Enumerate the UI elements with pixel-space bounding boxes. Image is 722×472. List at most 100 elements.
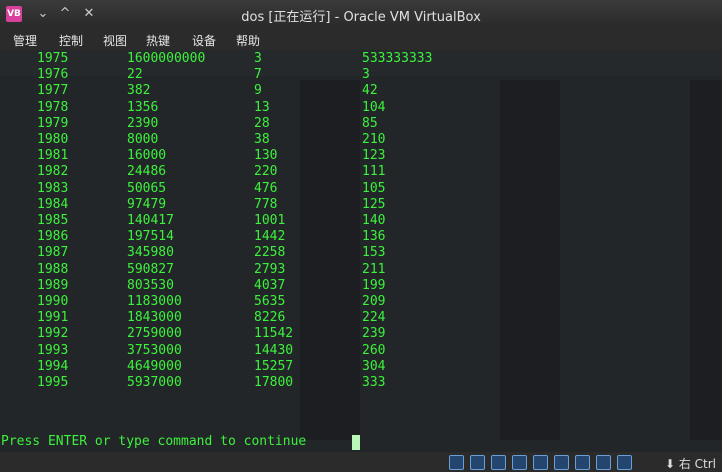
- terminal-cell: 136: [362, 229, 386, 245]
- terminal-cell: 28: [254, 115, 270, 131]
- terminal-cell: 2793: [254, 261, 286, 277]
- menu-help[interactable]: 帮助: [236, 32, 260, 49]
- terminal-cell: 8000: [127, 132, 159, 147]
- terminal-cell: 3: [362, 67, 370, 83]
- terminal-cell: 382: [127, 83, 151, 99]
- menu-view[interactable]: 视图: [103, 32, 127, 49]
- terminal-cell: 1183000: [127, 294, 182, 309]
- terminal-cell: 2390: [127, 115, 159, 131]
- terminal-cell: 13: [254, 99, 270, 115]
- recording-icon[interactable]: [575, 455, 590, 470]
- terminal-cell: 1991: [37, 310, 69, 326]
- terminal-cell: 3753000: [127, 342, 182, 358]
- terminal-cell: 38: [254, 132, 270, 147]
- menu-devices[interactable]: 设备: [192, 32, 216, 49]
- terminal-cell: 1979: [37, 115, 69, 131]
- terminal-cell: 123: [362, 148, 386, 164]
- terminal-cell: 1843000: [127, 310, 182, 326]
- terminal-cell: 1987: [37, 245, 69, 261]
- terminal-cell: 1986: [37, 229, 69, 245]
- terminal-cell: 140417: [127, 213, 174, 228]
- terminal-cell: 1356: [127, 99, 159, 115]
- terminal-cell: 1981: [37, 148, 69, 164]
- terminal-cell: 22: [127, 67, 143, 83]
- terminal-cell: 2759000: [127, 326, 182, 342]
- optical-drive-icon[interactable]: [470, 455, 485, 470]
- terminal-cell: 11542: [254, 326, 294, 342]
- terminal-cell: 1442: [254, 229, 286, 245]
- terminal-cell: 199: [362, 277, 386, 293]
- title-bar: VB ⌄ ^ ✕ dos [正在运行] - Oracle VM VirtualB…: [0, 0, 722, 28]
- terminal-cell: 4649000: [127, 358, 182, 374]
- terminal-cell: 2258: [254, 245, 286, 261]
- terminal-cell: 590827: [127, 261, 174, 277]
- terminal-cell: 5937000: [127, 375, 182, 390]
- terminal-cell: 4037: [254, 277, 286, 293]
- terminal-cell: 140: [362, 213, 386, 228]
- terminal-cell: 1983: [37, 180, 69, 196]
- terminal-cell: 1995: [37, 375, 69, 390]
- terminal-cell: 16000: [127, 148, 167, 164]
- terminal-cell: 1990: [37, 294, 69, 309]
- terminal-cell: 533333333: [362, 51, 433, 66]
- terminal-cell: 15257: [254, 358, 294, 374]
- terminal-cell: 1988: [37, 261, 69, 277]
- terminal-cell: 1978: [37, 99, 69, 115]
- terminal-cell: 1982: [37, 164, 69, 180]
- terminal-cell: 1992: [37, 326, 69, 342]
- terminal-cell: 104: [362, 99, 386, 115]
- terminal-cell: 476: [254, 180, 278, 196]
- menu-control[interactable]: 控制: [59, 32, 83, 49]
- terminal-cell: 211: [362, 261, 386, 277]
- terminal-cell: 1985: [37, 213, 69, 228]
- host-key-icon: ⬇: [664, 457, 679, 471]
- window-title: dos [正在运行] - Oracle VM VirtualBox: [241, 10, 481, 25]
- vm-screen[interactable]: 1975 1600000000 3 533333333 1976 22 7 3 1977 382 9…: [0, 50, 722, 452]
- terminal-cell: 333: [362, 375, 386, 390]
- shared-folder-icon[interactable]: [533, 455, 548, 470]
- terminal-cell: 5635: [254, 294, 286, 309]
- terminal-cell: 105: [362, 180, 386, 196]
- terminal-cell: 197514: [127, 229, 174, 245]
- text-cursor: [352, 435, 360, 450]
- terminal-cell: 1993: [37, 342, 69, 358]
- terminal-cell: 1989: [37, 277, 69, 293]
- mouse-integration-icon[interactable]: [596, 455, 611, 470]
- display-icon[interactable]: [554, 455, 569, 470]
- terminal-cell: 8226: [254, 310, 286, 326]
- terminal-cell: 1994: [37, 358, 69, 374]
- terminal-cell: 210: [362, 132, 386, 147]
- terminal-cell: 24486: [127, 164, 167, 180]
- terminal-cell: 260: [362, 342, 386, 358]
- terminal-cell: 1984: [37, 196, 69, 212]
- terminal-cell: 1975: [37, 51, 69, 66]
- ghost-background: [0, 50, 722, 452]
- continue-prompt: Press ENTER or type command to continue: [1, 434, 307, 449]
- usb-icon[interactable]: [491, 455, 506, 470]
- harddisk-icon[interactable]: [449, 455, 464, 470]
- terminal-cell: 224: [362, 310, 386, 326]
- terminal-cell: 1600000000: [127, 51, 206, 66]
- terminal-cell: 42: [362, 83, 378, 99]
- terminal-cell: 111: [362, 164, 386, 180]
- terminal-cell: 97479: [127, 196, 167, 212]
- menu-manage[interactable]: 管理: [13, 32, 37, 49]
- terminal-cell: 130: [254, 148, 278, 164]
- terminal-cell: 220: [254, 164, 278, 180]
- terminal-cell: 7: [254, 67, 262, 83]
- terminal-cell: 778: [254, 196, 278, 212]
- terminal-cell: 50065: [127, 180, 167, 196]
- host-key-label: ⬇ 右 Ctrl: [665, 455, 716, 472]
- terminal-cell: 17800: [254, 375, 294, 390]
- terminal-cell: 1976: [37, 67, 69, 83]
- status-bar: ⬇ 右 Ctrl: [0, 452, 722, 472]
- terminal-cell: 239: [362, 326, 386, 342]
- terminal-cell: 345980: [127, 245, 174, 261]
- terminal-cell: 153: [362, 245, 386, 261]
- network-icon[interactable]: [512, 455, 527, 470]
- terminal-cell: 1977: [37, 83, 69, 99]
- keyboard-icon[interactable]: [617, 455, 632, 470]
- terminal-cell: 14430: [254, 342, 294, 358]
- menu-hotkey[interactable]: 热键: [146, 32, 170, 49]
- terminal-cell: 1001: [254, 213, 286, 228]
